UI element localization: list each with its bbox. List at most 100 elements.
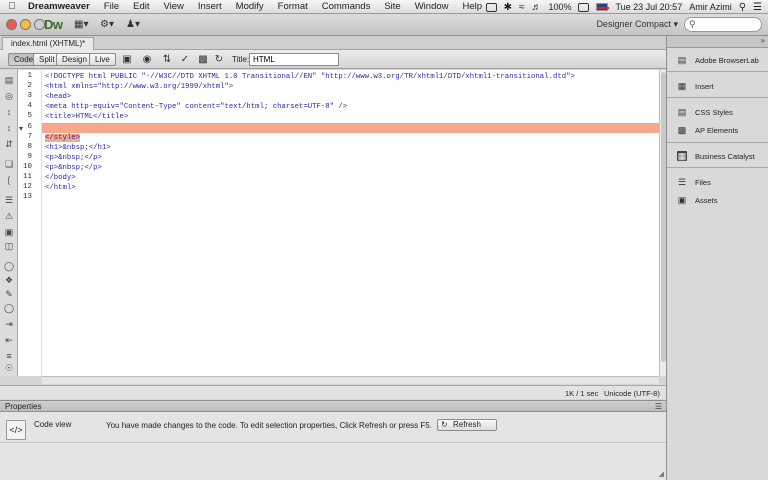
outdent-code-icon[interactable]: ⇤ — [4, 336, 14, 345]
panel-insert[interactable]: ▦ Insert — [667, 77, 768, 95]
workspace-label: Designer Compact — [596, 19, 671, 29]
highlighted-code-line[interactable] — [42, 123, 659, 133]
code-line[interactable]: </body> — [45, 173, 657, 183]
menu-window[interactable]: Window — [408, 1, 456, 12]
panel-assets[interactable]: ▣ Assets — [667, 191, 768, 209]
format-source-code-icon[interactable]: ≡ — [4, 352, 14, 361]
design-view-button[interactable]: Design — [56, 53, 93, 66]
properties-message: You have made changes to the code. To ed… — [106, 421, 432, 430]
document-tab[interactable]: index.html (XHTML)* — [2, 37, 95, 50]
open-documents-icon[interactable]: ▤ — [4, 76, 14, 85]
layout-menu-icon[interactable]: ▦▾ — [74, 19, 88, 30]
minimize-window-button[interactable] — [20, 19, 31, 30]
file-management-icon[interactable]: ⇅ — [160, 53, 174, 66]
show-code-navigator-icon[interactable]: ◎ — [4, 92, 14, 101]
line-numbers-icon[interactable]: ☰ — [4, 196, 14, 205]
code-line[interactable]: </style> — [45, 133, 657, 143]
menu-help[interactable]: Help — [456, 1, 490, 12]
volume-icon[interactable]: ♬ — [531, 2, 541, 13]
remove-comment-icon[interactable]: ◯ — [4, 262, 14, 271]
document-title-input[interactable] — [249, 53, 339, 66]
w3c-validation-icon[interactable]: ✓ — [178, 53, 192, 66]
balance-braces-icon[interactable]: ❲ — [4, 176, 14, 185]
site-menu-icon[interactable]: ♟▾ — [126, 19, 140, 30]
horizontal-scrollbar[interactable] — [42, 376, 659, 384]
menu-view[interactable]: View — [156, 1, 190, 12]
workspace-switcher[interactable]: Designer Compact ▾ — [596, 19, 678, 30]
panel-dock-header[interactable]: » — [667, 36, 768, 48]
refresh-button[interactable]: ↻ Refresh — [437, 419, 497, 431]
code-line[interactable]: </html> — [45, 183, 657, 193]
code-editor[interactable]: <!DOCTYPE html PUBLIC "-//W3C//DTD XHTML… — [42, 70, 659, 376]
properties-panel-header[interactable]: Properties ☰ — [0, 400, 666, 412]
code-line[interactable]: <meta http-equiv="Content-Type" content=… — [45, 102, 657, 112]
indent-code-icon[interactable]: ⇥ — [4, 320, 14, 329]
refresh-design-view-icon[interactable]: ↻ — [212, 53, 226, 66]
wrap-tag-icon[interactable]: ❖ — [4, 276, 14, 285]
close-window-button[interactable] — [6, 19, 17, 30]
expand-panels-icon[interactable]: » — [761, 36, 765, 45]
menu-edit[interactable]: Edit — [126, 1, 156, 12]
highlight-invalid-code-icon[interactable]: ⚠ — [4, 212, 14, 221]
menu-site[interactable]: Site — [377, 1, 407, 12]
collapse-selection-icon[interactable]: ↕ — [4, 124, 14, 133]
visual-aids-icon[interactable]: ▩ — [196, 53, 210, 66]
panel-ap-elements[interactable]: ▩ AP Elements — [667, 121, 768, 139]
app-menu[interactable]: Dreamweaver — [24, 1, 97, 12]
code-hints-icon[interactable]: ☉ — [4, 364, 14, 373]
spotlight-icon[interactable]: ⚲ — [739, 2, 746, 13]
encoding-label[interactable]: Unicode (UTF-8) — [604, 389, 660, 398]
menu-commands[interactable]: Commands — [315, 1, 378, 12]
business-catalyst-icon: ▦ — [677, 151, 687, 161]
collapse-full-tag-icon[interactable]: ↕ — [4, 108, 14, 117]
user-name[interactable]: Amir Azimi — [689, 2, 732, 12]
menu-modify[interactable]: Modify — [229, 1, 271, 12]
menu-file[interactable]: File — [97, 1, 126, 12]
code-line[interactable]: <p>&nbsp;</p> — [45, 163, 657, 173]
bluetooth-icon[interactable]: ✱ — [504, 2, 512, 13]
code-line[interactable]: <p>&nbsp;</p> — [45, 153, 657, 163]
battery-percent[interactable]: 100% — [548, 2, 571, 12]
line-number: 1 — [27, 72, 32, 80]
line-number: 2 — [27, 82, 32, 90]
status-menu-icon[interactable] — [485, 2, 497, 12]
menu-insert[interactable]: Insert — [191, 1, 229, 12]
notification-center-icon[interactable]: ☰ — [753, 2, 762, 13]
input-source-flag-icon[interactable] — [596, 3, 610, 11]
code-line[interactable]: <!DOCTYPE html PUBLIC "-//W3C//DTD XHTML… — [45, 72, 657, 82]
recent-snippets-icon[interactable]: ✎ — [4, 290, 14, 299]
panel-css-styles[interactable]: ▤ CSS Styles — [667, 103, 768, 121]
assets-icon: ▣ — [677, 195, 687, 205]
select-parent-tag-icon[interactable]: ❏ — [4, 160, 14, 169]
apple-menu-icon[interactable]:  — [0, 1, 24, 12]
live-view-button[interactable]: Live — [89, 53, 116, 66]
line-number: 7 — [27, 133, 32, 141]
status-bar: 1K / 1 sec Unicode (UTF-8) — [0, 385, 666, 399]
panel-menu-icon[interactable]: ☰ — [655, 402, 662, 411]
menu-format[interactable]: Format — [271, 1, 315, 12]
code-fold-arrow-icon[interactable]: ▾ — [19, 124, 23, 133]
expand-all-icon[interactable]: ⇵ — [4, 140, 14, 149]
panel-files[interactable]: ☰ Files — [667, 173, 768, 191]
resize-grip-icon[interactable]: ◢ — [659, 470, 664, 478]
code-line[interactable]: <h1>&nbsp;</h1> — [45, 143, 657, 153]
code-line[interactable] — [45, 193, 657, 203]
preview-in-browser-icon[interactable]: ◉ — [140, 53, 154, 66]
code-line[interactable]: <html xmlns="http://www.w3.org/1999/xhtm… — [45, 82, 657, 92]
vertical-scrollbar[interactable] — [659, 70, 666, 376]
move-css-icon[interactable]: ◯ — [4, 304, 14, 313]
panel-adobe-browserlab[interactable]: ▤ Adobe BrowserLab — [667, 51, 768, 69]
wifi-icon[interactable]: ≈ — [519, 2, 525, 13]
highlighted-code-text: </style> — [45, 134, 81, 142]
line-number: 9 — [27, 153, 32, 161]
code-line[interactable]: <head> — [45, 92, 657, 102]
extend-dw-icon[interactable]: ⚙▾ — [100, 19, 114, 30]
clock[interactable]: Tue 23 Jul 20:57 — [615, 2, 682, 12]
title-label: Title: — [232, 55, 250, 64]
panel-business-catalyst[interactable]: ▦ Business Catalyst — [667, 147, 768, 165]
search-input[interactable]: ⚲ — [684, 17, 762, 32]
multiscreen-icon[interactable]: ▣ — [120, 53, 134, 66]
syntax-error-alerts-icon[interactable]: ▣ — [4, 228, 14, 237]
apply-comment-icon[interactable]: ◫ — [4, 242, 14, 251]
code-line[interactable]: <title>HTML</title> — [45, 112, 657, 122]
